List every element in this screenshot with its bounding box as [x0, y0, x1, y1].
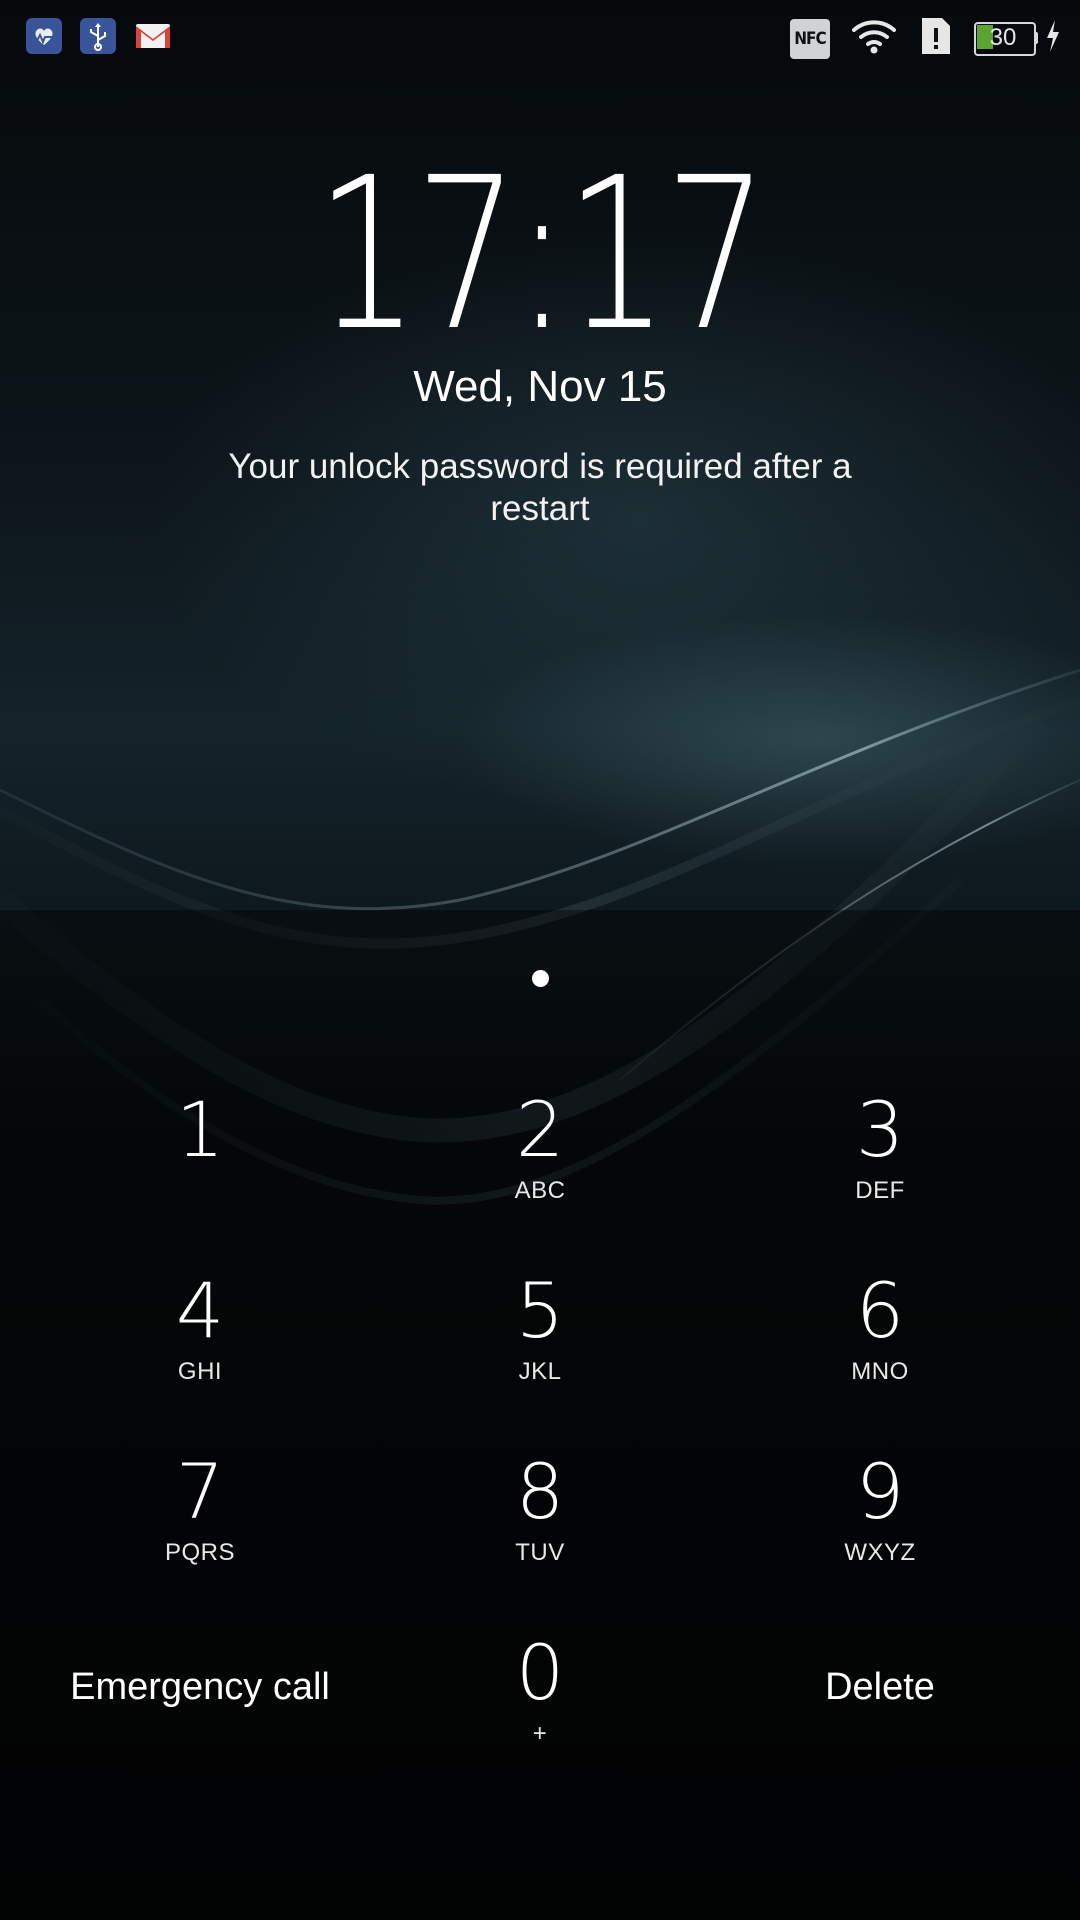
emergency-call-button[interactable]: Emergency call	[30, 1647, 370, 1727]
pin-keypad: 1 2 ABC 3 DEF 4 GHI 5 JKL 6 MNO 7 PQRS 8	[0, 0, 1080, 1920]
key-digit: 7	[175, 1447, 225, 1536]
key-4[interactable]: 4 GHI	[80, 1271, 320, 1411]
key-digit: 8	[515, 1447, 565, 1536]
key-7[interactable]: 7 PQRS	[80, 1452, 320, 1592]
delete-button[interactable]: Delete	[710, 1647, 1050, 1727]
key-letters: GHI	[177, 1358, 223, 1385]
key-3[interactable]: 3 DEF	[760, 1090, 1000, 1230]
key-digit: 1	[175, 1085, 225, 1174]
key-letters: MNO	[851, 1358, 909, 1385]
key-digit: 6	[855, 1266, 905, 1355]
key-digit: 5	[515, 1266, 565, 1355]
key-letters: PQRS	[164, 1539, 235, 1566]
key-8[interactable]: 8 TUV	[420, 1452, 660, 1592]
key-letters: ABC	[514, 1177, 566, 1204]
key-0[interactable]: 0 +	[420, 1633, 660, 1773]
lock-screen: NFC 30 17:17 Wed, Nov 15 Your unlock pas…	[0, 0, 1080, 1920]
key-digit: 9	[855, 1447, 905, 1536]
key-6[interactable]: 6 MNO	[760, 1271, 1000, 1411]
key-letters: TUV	[515, 1539, 565, 1566]
key-digit: 0	[515, 1628, 565, 1717]
key-9[interactable]: 9 WXYZ	[760, 1452, 1000, 1592]
key-5[interactable]: 5 JKL	[420, 1271, 660, 1411]
key-letters: +	[532, 1720, 548, 1747]
key-2[interactable]: 2 ABC	[420, 1090, 660, 1230]
key-letters: WXYZ	[844, 1539, 916, 1566]
key-digit: 4	[175, 1266, 225, 1355]
key-digit: 3	[855, 1085, 905, 1174]
key-letters: JKL	[518, 1358, 562, 1385]
key-letters: DEF	[855, 1177, 905, 1204]
key-digit: 2	[515, 1085, 565, 1174]
key-1[interactable]: 1	[80, 1090, 320, 1230]
